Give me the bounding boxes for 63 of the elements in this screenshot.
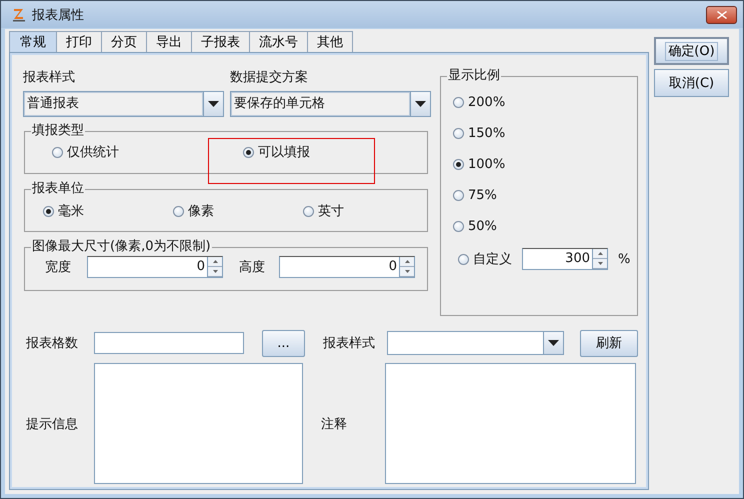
text-area[interactable] <box>385 363 636 484</box>
input-field[interactable] <box>94 332 244 354</box>
radio-icon[interactable] <box>52 146 63 158</box>
group-title: 报表单位 <box>31 182 85 196</box>
radio-icon[interactable] <box>453 190 464 200</box>
radio-icon[interactable] <box>243 146 254 158</box>
radio-option[interactable]: 200% <box>453 93 637 111</box>
radio-option[interactable]: 像素 <box>173 202 229 220</box>
dropdown-arrow-icon <box>208 101 219 107</box>
spin-down-icon[interactable] <box>212 270 218 273</box>
radio-option[interactable]: 仅供统计 <box>52 143 119 161</box>
field-label: 报表格数 <box>25 335 79 352</box>
browse-button[interactable]: ... <box>262 330 305 356</box>
field-label: 数据提交方案 <box>230 69 309 86</box>
radio-icon[interactable] <box>453 220 464 232</box>
app-logo-icon <box>12 8 26 22</box>
dialog-button[interactable]: 取消(C) <box>654 69 729 97</box>
dropdown[interactable] <box>387 331 564 355</box>
group-title: 填报类型 <box>31 124 85 138</box>
radio-option[interactable]: 75% <box>453 186 637 204</box>
dropdown[interactable]: 普通报表 <box>23 91 224 117</box>
radio-option[interactable]: 100% <box>453 155 637 173</box>
radio-option[interactable]: 150% <box>453 124 637 142</box>
dropdown-arrow-icon <box>548 340 559 346</box>
close-button[interactable] <box>706 6 737 24</box>
window-title: 报表属性 <box>32 6 84 24</box>
radio-option[interactable]: 毫米 <box>43 202 99 220</box>
close-icon <box>716 10 726 18</box>
radio-icon[interactable] <box>43 206 54 216</box>
field-label: 报表样式 <box>23 69 76 86</box>
spin-up-icon[interactable] <box>212 260 218 263</box>
field-label: 高度 <box>239 259 266 276</box>
field-label: 提示信息 <box>25 416 79 432</box>
spin-down-icon[interactable] <box>404 270 410 273</box>
radio-icon[interactable] <box>453 96 464 108</box>
radio-option[interactable]: 自定义 <box>458 250 512 268</box>
refresh-button[interactable]: 刷新 <box>580 330 638 356</box>
radio-option[interactable]: 英寸 <box>303 202 359 220</box>
unit-label: % <box>618 252 630 266</box>
tab[interactable]: 其他 <box>307 31 353 52</box>
group-title: 显示比例 <box>447 69 501 83</box>
dropdown[interactable]: 要保存的单元格 <box>230 91 431 117</box>
radio-icon[interactable] <box>453 158 464 170</box>
spinner-field[interactable]: 300 <box>522 248 608 270</box>
radio-option[interactable]: 50% <box>453 217 637 235</box>
radio-icon[interactable] <box>458 254 469 264</box>
dropdown-arrow-icon <box>415 101 426 107</box>
spinner-field[interactable]: 0 <box>279 256 415 278</box>
radio-icon[interactable] <box>173 206 184 216</box>
dialog-button[interactable]: 确定(O) <box>654 37 729 65</box>
spin-up-icon[interactable] <box>404 260 410 263</box>
tab[interactable]: 常规 <box>9 31 57 52</box>
spin-up-icon[interactable] <box>598 252 602 255</box>
radio-icon[interactable] <box>303 206 314 216</box>
field-label: 宽度 <box>45 259 72 276</box>
radio-icon[interactable] <box>453 128 464 138</box>
text-area[interactable] <box>94 363 303 484</box>
spinner-field[interactable]: 0 <box>87 256 223 278</box>
field-label: 注释 <box>320 416 348 432</box>
radio-option[interactable]: 可以填报 <box>243 143 310 161</box>
group-title: 图像最大尺寸(像素,0为不限制) <box>31 240 212 254</box>
field-label: 报表样式 <box>322 335 376 352</box>
spin-down-icon[interactable] <box>598 262 602 265</box>
